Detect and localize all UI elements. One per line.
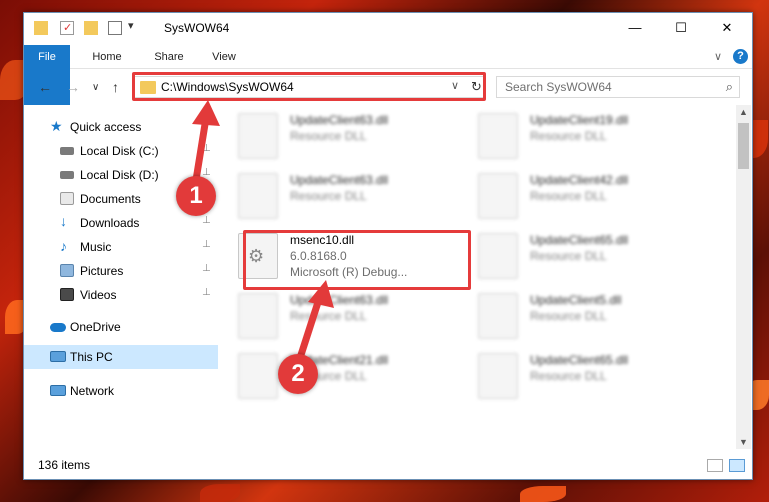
annotation-arrows [192, 100, 334, 360]
arrow-2-head [308, 280, 334, 308]
arrow-1-head [192, 100, 220, 126]
arrow-2-shaft [296, 294, 324, 360]
step-2-badge: 2 [278, 354, 318, 394]
arrow-1-shaft [192, 117, 210, 181]
step-1-badge: 1 [176, 176, 216, 216]
